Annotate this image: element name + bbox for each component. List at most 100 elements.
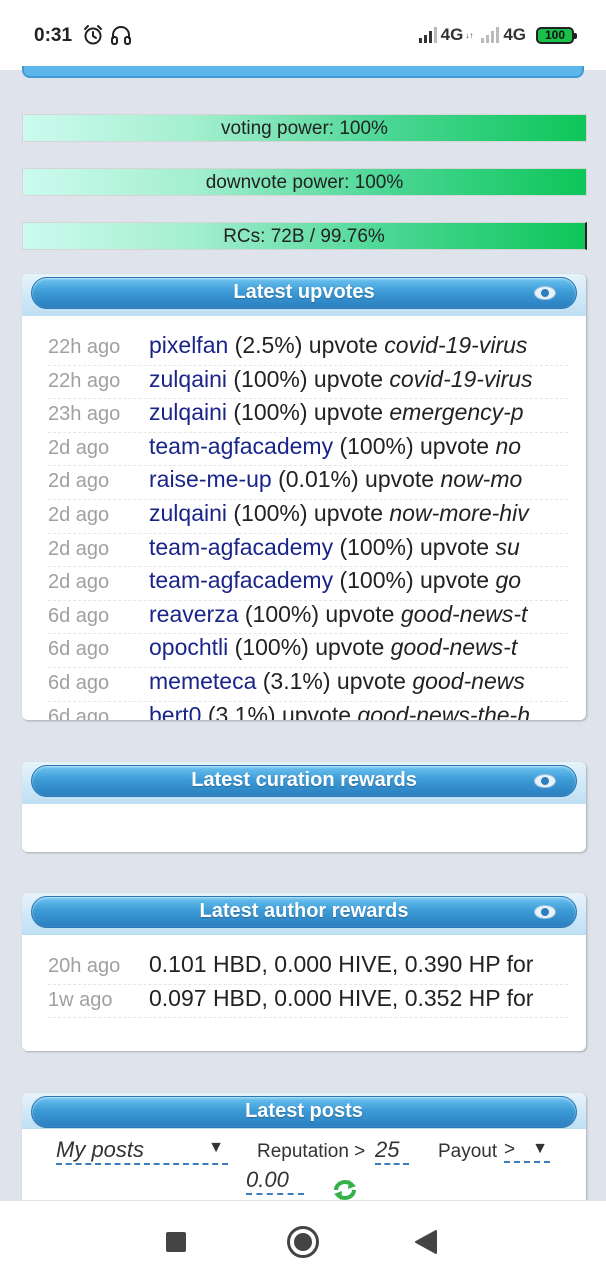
previous-panel-edge — [22, 66, 584, 78]
status-indicators: 4G ↓↑ 4G 100 — [418, 25, 577, 45]
post-link[interactable]: emergency-p — [389, 399, 523, 425]
upvote-description: bert0 (3.1%) upvote good-news-the-h — [149, 702, 530, 720]
posts-panel: Latest posts My posts ▼ Reputation > 25 … — [22, 1093, 586, 1200]
upvote-time: 6d ago — [48, 604, 110, 627]
author-panel-header[interactable]: Latest author rewards — [22, 893, 586, 935]
voter-link[interactable]: team-agfacademy — [149, 534, 333, 560]
vote-weight: (100%) upvote — [238, 600, 401, 627]
post-type-value: My posts — [56, 1137, 145, 1162]
curation-panel-title: Latest curation rewards — [191, 769, 417, 791]
home-icon[interactable] — [286, 1225, 320, 1259]
vote-weight: (100%) upvote — [333, 432, 496, 459]
post-link[interactable]: good-news-t — [401, 601, 528, 627]
vote-weight: (3.1%) upvote — [201, 701, 358, 720]
back-icon[interactable] — [414, 1229, 438, 1255]
list-item: 22h ago pixelfan (2.5%) upvote covid-19-v… — [48, 332, 568, 366]
post-link[interactable]: go — [495, 567, 521, 593]
vote-weight: (100%) upvote — [227, 399, 390, 426]
list-item: 2d ago zulqaini (100%) upvote now-more-hi… — [48, 500, 568, 534]
upvote-description: reaverza (100%) upvote good-news-t — [149, 601, 527, 628]
voting-power-meter: voting power: 100% — [22, 114, 587, 142]
payout-input[interactable]: 0.00 — [246, 1167, 304, 1195]
reward-time: 1w ago — [48, 988, 113, 1011]
clock: 0:31 — [34, 25, 73, 46]
post-type-select[interactable]: My posts ▼ — [56, 1137, 228, 1165]
list-item: 22h ago zulqaini (100%) upvote covid-19-v… — [48, 366, 568, 400]
status-bar: 0:31 4G ↓↑ 4G 100 — [0, 0, 606, 70]
payout-operator-value: > — [504, 1139, 516, 1160]
post-link[interactable]: covid-19-virus — [384, 332, 527, 358]
list-item: 6d ago reaverza (100%) upvote good-news-t — [48, 601, 568, 635]
eye-icon[interactable] — [534, 286, 556, 300]
vote-weight: (100%) upvote — [228, 634, 391, 661]
post-link[interactable]: su — [495, 534, 519, 560]
voter-link[interactable]: zulqaini — [149, 399, 227, 425]
navigation-bar — [0, 1200, 606, 1280]
upvote-description: pixelfan (2.5%) upvote covid-19-virus — [149, 332, 527, 359]
reward-time: 20h ago — [48, 955, 121, 977]
voter-link[interactable]: zulqaini — [149, 500, 227, 526]
post-link[interactable]: covid-19-virus — [389, 366, 532, 392]
reward-description: 0.097 HBD, 0.000 HIVE, 0.352 HP for — [149, 984, 534, 1011]
voter-link[interactable]: reaverza — [149, 601, 238, 627]
voter-link[interactable]: zulqaini — [149, 366, 227, 392]
upvote-description: opochtli (100%) upvote good-news-t — [149, 634, 517, 661]
upvote-time: 6d ago — [48, 705, 110, 720]
stop-icon[interactable] — [165, 1231, 187, 1253]
alarm-icon — [84, 25, 102, 45]
downvote-power-meter: downvote power: 100% — [22, 168, 587, 196]
chevron-down-icon: ▼ — [532, 1140, 548, 1157]
signal-2-icon — [481, 27, 500, 43]
curation-panel: Latest curation rewards — [22, 762, 586, 852]
upvote-description: team-agfacademy (100%) upvote no — [149, 433, 521, 460]
curation-panel-header[interactable]: Latest curation rewards — [22, 762, 586, 804]
post-link[interactable]: good-news — [412, 668, 525, 694]
upvote-description: zulqaini (100%) upvote now-more-hiv — [149, 500, 529, 527]
upvote-description: memeteca (3.1%) upvote good-news — [149, 668, 525, 695]
author-rewards-list: 20h ago 0.101 HBD, 0.000 HIVE, 0.390 HP f… — [22, 935, 586, 1019]
voter-link[interactable]: raise-me-up — [149, 466, 272, 492]
post-link[interactable]: now-more-hiv — [389, 500, 528, 526]
upvote-description: team-agfacademy (100%) upvote go — [149, 567, 521, 594]
vote-weight: (100%) upvote — [333, 567, 496, 594]
upvotes-panel: Latest upvotes 22h ago pixelfan (2.5%) up… — [22, 274, 586, 720]
voter-link[interactable]: memeteca — [149, 668, 256, 694]
battery-level: 100 — [544, 28, 566, 42]
refresh-icon[interactable] — [332, 1179, 358, 1200]
voter-link[interactable]: pixelfan — [149, 332, 228, 358]
upvote-time: 22h ago — [48, 336, 121, 358]
post-link[interactable]: no — [495, 433, 521, 459]
list-item: 2d ago team-agfacademy (100%) upvote go — [48, 567, 568, 601]
post-link[interactable]: good-news-t — [391, 634, 518, 660]
upvote-time: 6d ago — [48, 638, 110, 661]
signal-1-icon — [418, 27, 437, 43]
payout-label: Payout — [438, 1141, 498, 1162]
upvote-time: 2d ago — [48, 436, 110, 459]
vote-weight: (100%) upvote — [227, 365, 390, 392]
payout-operator-select[interactable]: > ▼ — [504, 1139, 550, 1163]
posts-panel-header[interactable]: Latest posts — [22, 1093, 586, 1129]
list-item: 1w ago 0.097 HBD, 0.000 HIVE, 0.352 HP fo… — [48, 985, 568, 1019]
upvote-time: 23h ago — [48, 403, 121, 426]
reputation-input[interactable]: 25 — [375, 1137, 409, 1165]
voter-link[interactable]: team-agfacademy — [149, 433, 333, 459]
voter-link[interactable]: team-agfacademy — [149, 567, 333, 593]
upvote-time: 22h ago — [48, 369, 121, 392]
voter-link[interactable]: opochtli — [149, 634, 228, 660]
eye-icon[interactable] — [534, 774, 556, 788]
voter-link[interactable]: bert0 — [149, 702, 201, 720]
post-link[interactable]: now-mo — [440, 466, 522, 492]
upvote-description: raise-me-up (0.01%) upvote now-mo — [149, 466, 522, 493]
list-item: 2d ago team-agfacademy (100%) upvote no — [48, 433, 568, 467]
list-item: 6d ago bert0 (3.1%) upvote good-news-the-… — [48, 702, 568, 720]
reputation-label: Reputation > — [257, 1141, 366, 1162]
upvote-time: 2d ago — [48, 470, 110, 493]
network-2-label: 4G — [503, 25, 526, 44]
eye-icon[interactable] — [534, 905, 556, 919]
post-link[interactable]: good-news-the-h — [357, 702, 530, 720]
upvote-time: 6d ago — [48, 671, 110, 694]
upvotes-panel-header[interactable]: Latest upvotes — [22, 274, 586, 316]
vote-weight: (0.01%) upvote — [271, 466, 441, 493]
posts-panel-title: Latest posts — [245, 1100, 363, 1122]
vote-weight: (2.5%) upvote — [228, 332, 385, 358]
